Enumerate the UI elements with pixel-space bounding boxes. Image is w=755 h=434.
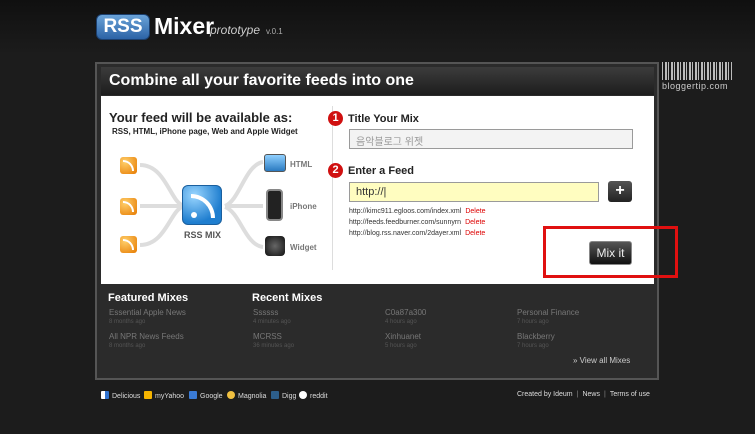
digg-icon <box>271 391 279 399</box>
page-headline: Combine all your favorite feeds into one <box>109 72 414 89</box>
feed-url: http://kimc911.egloos.com/index.xml <box>349 208 462 215</box>
delicious-icon <box>101 391 109 399</box>
rss-mix-label: RSS MIX <box>184 230 222 240</box>
barcode-watermark-icon <box>662 62 732 80</box>
feed-url: http://blog.rss.naver.com/2dayer.xml <box>349 230 462 237</box>
featured-mixes-heading: Featured Mixes <box>108 292 189 304</box>
mix-time: 36 minutes ago <box>253 343 295 349</box>
magnolia-bookmark-link[interactable]: Magnolia <box>227 391 266 400</box>
reddit-bookmark-link[interactable]: reddit <box>299 391 328 400</box>
delete-feed-link[interactable]: Delete <box>465 208 485 215</box>
rss-feed-icon <box>120 157 137 174</box>
feed-list-item: http://feeds.feedburner.com/sunnyrn Delet… <box>349 219 485 226</box>
feed-url-input[interactable]: http://| <box>349 182 599 202</box>
delete-feed-link[interactable]: Delete <box>465 219 485 226</box>
mix-time: 8 months ago <box>109 343 146 349</box>
bookmark-label: reddit <box>310 393 328 400</box>
mix-title-input[interactable]: 음악블로그 위젯 <box>349 129 633 149</box>
reddit-icon <box>299 391 307 399</box>
logo-mixer-text[interactable]: Mixer <box>154 13 214 40</box>
recent-mix-link[interactable]: Blackberry <box>517 332 555 341</box>
iphone-icon <box>266 189 283 221</box>
version-text: v.0.1 <box>266 27 283 36</box>
add-feed-button[interactable]: + <box>608 181 632 202</box>
bookmark-label: Google <box>200 393 223 400</box>
bookmark-label: myYahoo <box>155 393 185 400</box>
mix-time: 5 hours ago <box>385 343 417 349</box>
view-all-mixes-link[interactable]: » View all Mixes <box>573 356 630 365</box>
panel-divider <box>332 106 333 270</box>
news-link[interactable]: News <box>582 391 600 398</box>
rss-feed-icon <box>120 236 137 253</box>
feed-url: http://feeds.feedburner.com/sunnyrn <box>349 219 462 226</box>
bookmark-label: Magnolia <box>238 393 267 400</box>
output-label-iphone: iPhone <box>290 202 317 211</box>
recent-mix-link[interactable]: Ssssss <box>253 308 278 317</box>
bookmark-label: Digg <box>282 393 297 400</box>
mix-time: 8 months ago <box>109 319 146 325</box>
feed-list-item: http://blog.rss.naver.com/2dayer.xml Dele… <box>349 230 485 237</box>
output-label-widget: Widget <box>290 243 317 252</box>
rss-feed-icon <box>120 198 137 215</box>
recent-mix-link[interactable]: Xinhuanet <box>385 332 421 341</box>
terms-link[interactable]: Terms of use <box>610 391 650 398</box>
footer-links: Created by Ideum | News | Terms of use <box>517 391 650 398</box>
mix-time: 7 hours ago <box>517 343 549 349</box>
recent-mix-link[interactable]: C0a87a300 <box>385 308 426 317</box>
widget-icon <box>265 236 285 256</box>
enter-feed-label: Enter a Feed <box>348 165 415 177</box>
created-by-link[interactable]: Created by Ideum <box>517 391 573 398</box>
featured-mix-link[interactable]: All NPR News Feeds <box>109 332 184 341</box>
recent-mix-link[interactable]: MCRSS <box>253 332 282 341</box>
feed-list-item: http://kimc911.egloos.com/index.xml Delet… <box>349 208 486 215</box>
mix-time: 4 minutes ago <box>253 319 291 325</box>
yahoo-icon <box>144 391 152 399</box>
logo-rss-badge[interactable]: RSS <box>96 14 150 40</box>
step-2-badge: 2 <box>328 163 343 178</box>
google-bookmark-link[interactable]: Google <box>189 391 223 400</box>
recent-mix-link[interactable]: Personal Finance <box>517 308 579 317</box>
title-your-mix-label: Title Your Mix <box>348 113 419 125</box>
bookmark-label: Delicious <box>112 393 141 400</box>
availability-title: Your feed will be available as: <box>109 110 293 125</box>
digg-bookmark-link[interactable]: Digg <box>271 391 296 400</box>
google-icon <box>189 391 197 399</box>
featured-mix-link[interactable]: Essential Apple News <box>109 308 186 317</box>
output-label-html: HTML <box>290 160 313 169</box>
watermark-text: bloggertip.com <box>662 81 729 91</box>
delicious-bookmark-link[interactable]: Delicious <box>101 391 140 400</box>
logo-prototype-text: prototype <box>210 23 261 37</box>
mix-time: 4 hours ago <box>385 319 417 325</box>
rss-mix-icon <box>182 185 222 225</box>
mix-time: 7 hours ago <box>517 319 549 325</box>
html-monitor-icon <box>264 154 286 172</box>
availability-subtitle: RSS, HTML, iPhone page, Web and Apple Wi… <box>112 127 298 136</box>
recent-mixes-heading: Recent Mixes <box>252 292 323 304</box>
magnolia-icon <box>227 391 235 399</box>
step-1-badge: 1 <box>328 111 343 126</box>
myyahoo-bookmark-link[interactable]: myYahoo <box>144 391 184 400</box>
delete-feed-link[interactable]: Delete <box>465 230 485 237</box>
highlight-box <box>543 226 678 278</box>
